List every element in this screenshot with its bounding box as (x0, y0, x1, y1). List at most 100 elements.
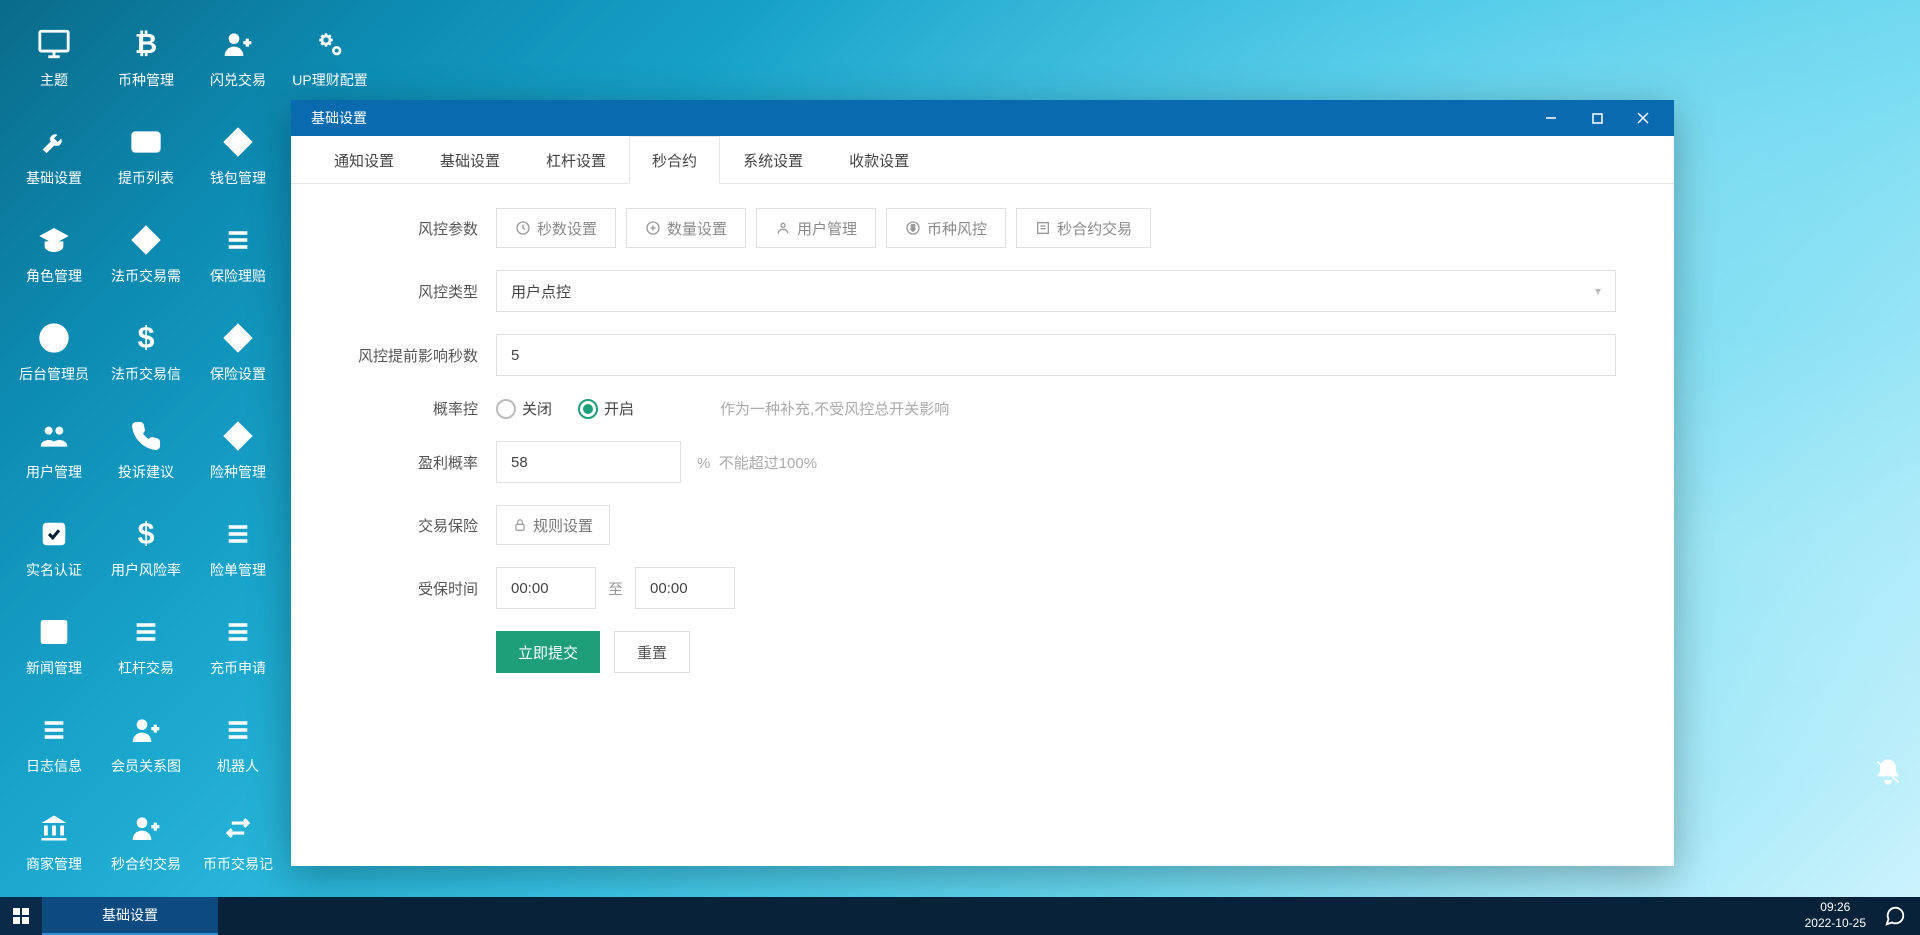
form: 风控参数 秒数设置数量设置用户管理$币种风控秒合约交易 风控类型 用户点控 ▾ … (291, 184, 1674, 719)
list-icon (126, 612, 166, 652)
taskbar-item[interactable]: 基础设置 (42, 897, 218, 935)
taskbar: 基础设置 09:26 2022-10-25 (0, 897, 1920, 935)
list-icon (218, 612, 258, 652)
desktop-icon-险单管理[interactable]: 险单管理 (192, 498, 284, 596)
desktop-icon-币币交易记[interactable]: 币币交易记 (192, 792, 284, 890)
check-icon (34, 514, 74, 554)
svg-text:$: $ (911, 224, 916, 233)
desktop-icon-杠杆交易[interactable]: 杠杆交易 (100, 596, 192, 694)
rule-settings-button[interactable]: 规则设置 (496, 505, 610, 545)
svg-text:$: $ (138, 324, 155, 352)
tab-bar: 通知设置基础设置杠杆设置秒合约系统设置收款设置 (291, 136, 1674, 184)
seg-icon (1035, 220, 1051, 236)
desktop-icon-UP理财配置[interactable]: UP理财配置 (284, 8, 376, 106)
radio-close[interactable] (496, 399, 516, 419)
desktop-icon-提币列表[interactable]: 提币列表 (100, 106, 192, 204)
bank-icon (34, 808, 74, 848)
tab-4[interactable]: 系统设置 (720, 136, 826, 183)
tab-2[interactable]: 杠杆设置 (523, 136, 629, 183)
advance-secs-input[interactable] (496, 334, 1616, 376)
desktop-icon-投诉建议[interactable]: 投诉建议 (100, 400, 192, 498)
dollar-icon: $ (126, 318, 166, 358)
submit-button[interactable]: 立即提交 (496, 631, 600, 673)
desktop-icon-法币交易需[interactable]: 法币交易需 (100, 204, 192, 302)
desktop-icon-保险理赔[interactable]: 保险理赔 (192, 204, 284, 302)
desktop-icon-币种管理[interactable]: ₿币种管理 (100, 8, 192, 106)
desktop-icon-险种管理[interactable]: 险种管理 (192, 400, 284, 498)
diamond-icon (218, 122, 258, 162)
wrench-icon (34, 122, 74, 162)
gears-icon (310, 24, 350, 64)
chat-icon[interactable] (1884, 905, 1906, 927)
system-tray: 09:26 2022-10-25 (1791, 897, 1920, 935)
list-icon (218, 710, 258, 750)
desktop-icon-秒合约交易[interactable]: 秒合约交易 (100, 792, 192, 890)
diamond-icon (218, 318, 258, 358)
prob-ctrl-label: 概率控 (331, 398, 496, 419)
chevron-down-icon: ▾ (1595, 284, 1601, 298)
radio-open-label[interactable]: 开启 (604, 398, 634, 419)
desktop-icon-闪兑交易[interactable]: 闪兑交易 (192, 8, 284, 106)
users-icon (34, 416, 74, 456)
svg-text:₿: ₿ (135, 29, 157, 59)
radio-open[interactable] (578, 399, 598, 419)
reset-button[interactable]: 重置 (614, 631, 690, 673)
desktop-icon-商家管理[interactable]: 商家管理 (8, 792, 100, 890)
seg-btn-0[interactable]: 秒数设置 (496, 208, 616, 248)
desktop-icon-后台管理员[interactable]: 后台管理员 (8, 302, 100, 400)
svg-text:$: $ (138, 520, 155, 548)
clock[interactable]: 09:26 2022-10-25 (1805, 900, 1866, 931)
titlebar[interactable]: 基础设置 (291, 100, 1674, 136)
diamond-icon (126, 220, 166, 260)
desktop-icon-主题[interactable]: 主题 (8, 8, 100, 106)
seg-btn-2[interactable]: 用户管理 (756, 208, 876, 248)
grad-icon (34, 220, 74, 260)
tab-0[interactable]: 通知设置 (311, 136, 417, 183)
tab-1[interactable]: 基础设置 (417, 136, 523, 183)
desktop-icon-会员关系图[interactable]: 会员关系图 (100, 694, 192, 792)
time-to-label: 至 (608, 578, 623, 599)
time-from-input[interactable] (496, 567, 596, 609)
desktop-icon-新闻管理[interactable]: 新闻管理 (8, 596, 100, 694)
desktop-icon-用户管理[interactable]: 用户管理 (8, 400, 100, 498)
start-button[interactable] (0, 897, 42, 935)
close-button[interactable] (1620, 100, 1666, 136)
seg-btn-4[interactable]: 秒合约交易 (1016, 208, 1151, 248)
cover-time-label: 受保时间 (331, 578, 496, 599)
lock-icon (513, 518, 527, 532)
minimize-button[interactable] (1528, 100, 1574, 136)
prob-hint: 作为一种补充,不受风控总开关影响 (720, 398, 949, 419)
desktop-icon-充币申请[interactable]: 充币申请 (192, 596, 284, 694)
advance-secs-label: 风控提前影响秒数 (331, 345, 496, 366)
list-icon (218, 514, 258, 554)
desktop-icon-机器人[interactable]: 机器人 (192, 694, 284, 792)
desktop-icon-保险设置[interactable]: 保险设置 (192, 302, 284, 400)
dollar-icon: $ (126, 514, 166, 554)
diamond-icon (218, 416, 258, 456)
news-icon (34, 612, 74, 652)
userplus-icon (126, 808, 166, 848)
windows-icon (13, 908, 29, 924)
profit-input[interactable] (496, 441, 681, 483)
seg-btn-1[interactable]: 数量设置 (626, 208, 746, 248)
maximize-button[interactable] (1574, 100, 1620, 136)
desktop-icon-法币交易信[interactable]: $法币交易信 (100, 302, 192, 400)
seg-icon (645, 220, 661, 236)
desktop-icon-用户风险率[interactable]: $用户风险率 (100, 498, 192, 596)
radio-close-label[interactable]: 关闭 (522, 398, 552, 419)
window-title: 基础设置 (311, 108, 367, 128)
desktop-icon-基础设置[interactable]: 基础设置 (8, 106, 100, 204)
tab-5[interactable]: 收款设置 (826, 136, 932, 183)
time-to-input[interactable] (635, 567, 735, 609)
bell-off-icon[interactable] (1874, 758, 1902, 786)
desktop-icon-实名认证[interactable]: 实名认证 (8, 498, 100, 596)
profit-label: 盈利概率 (331, 452, 496, 473)
desktop-icon-日志信息[interactable]: 日志信息 (8, 694, 100, 792)
desktop-icon-角色管理[interactable]: 角色管理 (8, 204, 100, 302)
tab-3[interactable]: 秒合约 (629, 136, 720, 184)
profit-hint: % 不能超过100% (697, 452, 817, 473)
seg-btn-3[interactable]: $币种风控 (886, 208, 1006, 248)
trade-ins-label: 交易保险 (331, 515, 496, 536)
risk-type-select[interactable]: 用户点控 ▾ (496, 270, 1616, 312)
desktop-icon-钱包管理[interactable]: 钱包管理 (192, 106, 284, 204)
